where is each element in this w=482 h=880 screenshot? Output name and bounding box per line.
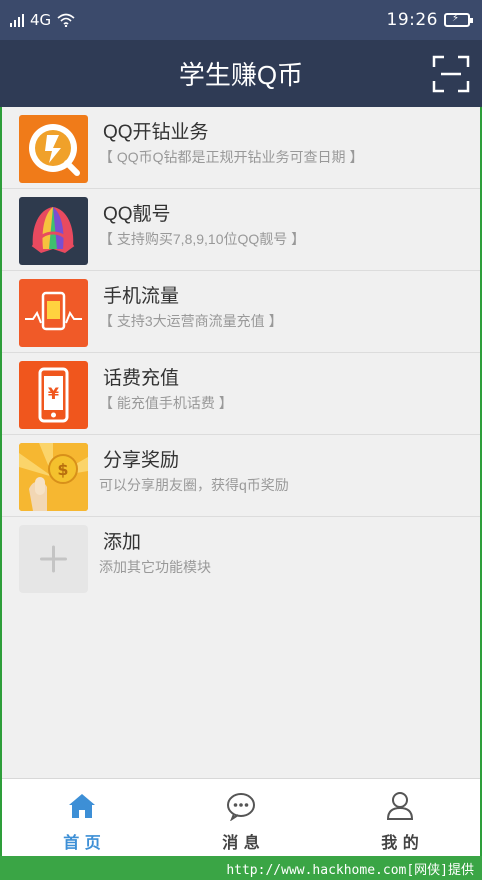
list-item-title: 手机流量 (103, 286, 180, 307)
list-item-subtitle: 【 QQ币Q钻都是正规开钻业务可查日期 】 (99, 149, 364, 165)
qq-pretty-number-icon (19, 197, 88, 265)
status-right: 19:26 ⚡ (386, 10, 473, 30)
bottom-tab-bar: 首 页 消 息 我 的 (2, 778, 480, 856)
signal-icon (10, 13, 24, 27)
svg-text:¥: ¥ (48, 384, 59, 403)
battery-icon: ⚡ (444, 13, 473, 27)
list-item-subtitle: 【 支持3大运营商流量充值 】 (99, 313, 283, 329)
message-icon (227, 793, 255, 821)
status-left: 4G (10, 11, 75, 29)
list-item-phone-bill[interactable]: ¥ 话费充值 【 能充值手机话费 】 (2, 353, 480, 435)
wifi-icon (57, 13, 75, 27)
tab-home[interactable]: 首 页 (22, 779, 142, 857)
profile-icon (386, 792, 414, 820)
list-item-share-reward[interactable]: $ 分享奖励 可以分享朋友圈，获得q币奖励 (2, 435, 480, 517)
list-item-title: QQ靓号 (103, 204, 171, 225)
tab-label: 首 页 (63, 833, 101, 852)
list-item-qq-pretty-number[interactable]: QQ靓号 【 支持购买7,8,9,10位QQ靓号 】 (2, 189, 480, 271)
scan-qr-icon[interactable] (432, 55, 470, 93)
phone-bill-icon: ¥ (19, 361, 88, 429)
tab-label: 我 的 (381, 833, 419, 852)
list-item-qq-diamond[interactable]: QQ开钻业务 【 QQ币Q钻都是正规开钻业务可查日期 】 (2, 107, 480, 189)
status-bar: 4G 19:26 ⚡ (0, 0, 482, 40)
app-header: 学生赚Q币 (0, 40, 482, 107)
home-icon (69, 794, 95, 818)
tab-profile[interactable]: 我 的 (340, 779, 460, 857)
watermark-bar: http://www.hackhome.com[网侠]提供 (0, 856, 482, 880)
feature-list: QQ开钻业务 【 QQ币Q钻都是正规开钻业务可查日期 】 QQ靓号 【 支持购买… (2, 107, 480, 778)
mobile-data-icon (19, 279, 88, 347)
battery-charging-glyph: ⚡ (452, 13, 460, 24)
clock: 19:26 (386, 10, 438, 30)
list-item-title: 分享奖励 (103, 450, 180, 471)
page-title: 学生赚Q币 (178, 60, 304, 90)
tab-messages[interactable]: 消 息 (181, 779, 301, 857)
list-item-subtitle: 【 能充值手机话费 】 (99, 395, 233, 411)
watermark-text: http://www.hackhome.com[网侠]提供 (226, 862, 474, 878)
tab-label: 消 息 (222, 833, 260, 852)
list-item-title: 话费充值 (103, 368, 180, 389)
list-item-subtitle: 添加其它功能模块 (99, 559, 211, 575)
plus-icon (19, 525, 88, 593)
list-item-subtitle: 【 支持购买7,8,9,10位QQ靓号 】 (99, 231, 306, 247)
share-reward-icon: $ (19, 443, 88, 511)
qq-diamond-icon (19, 115, 88, 183)
network-type: 4G (30, 11, 52, 29)
list-item-title: QQ开钻业务 (103, 122, 209, 143)
svg-text:$: $ (57, 460, 68, 479)
list-item-mobile-data[interactable]: 手机流量 【 支持3大运营商流量充值 】 (2, 271, 480, 353)
list-item-title: 添加 (103, 532, 142, 553)
list-item-add[interactable]: 添加 添加其它功能模块 (2, 517, 480, 599)
list-item-subtitle: 可以分享朋友圈，获得q币奖励 (99, 477, 289, 493)
